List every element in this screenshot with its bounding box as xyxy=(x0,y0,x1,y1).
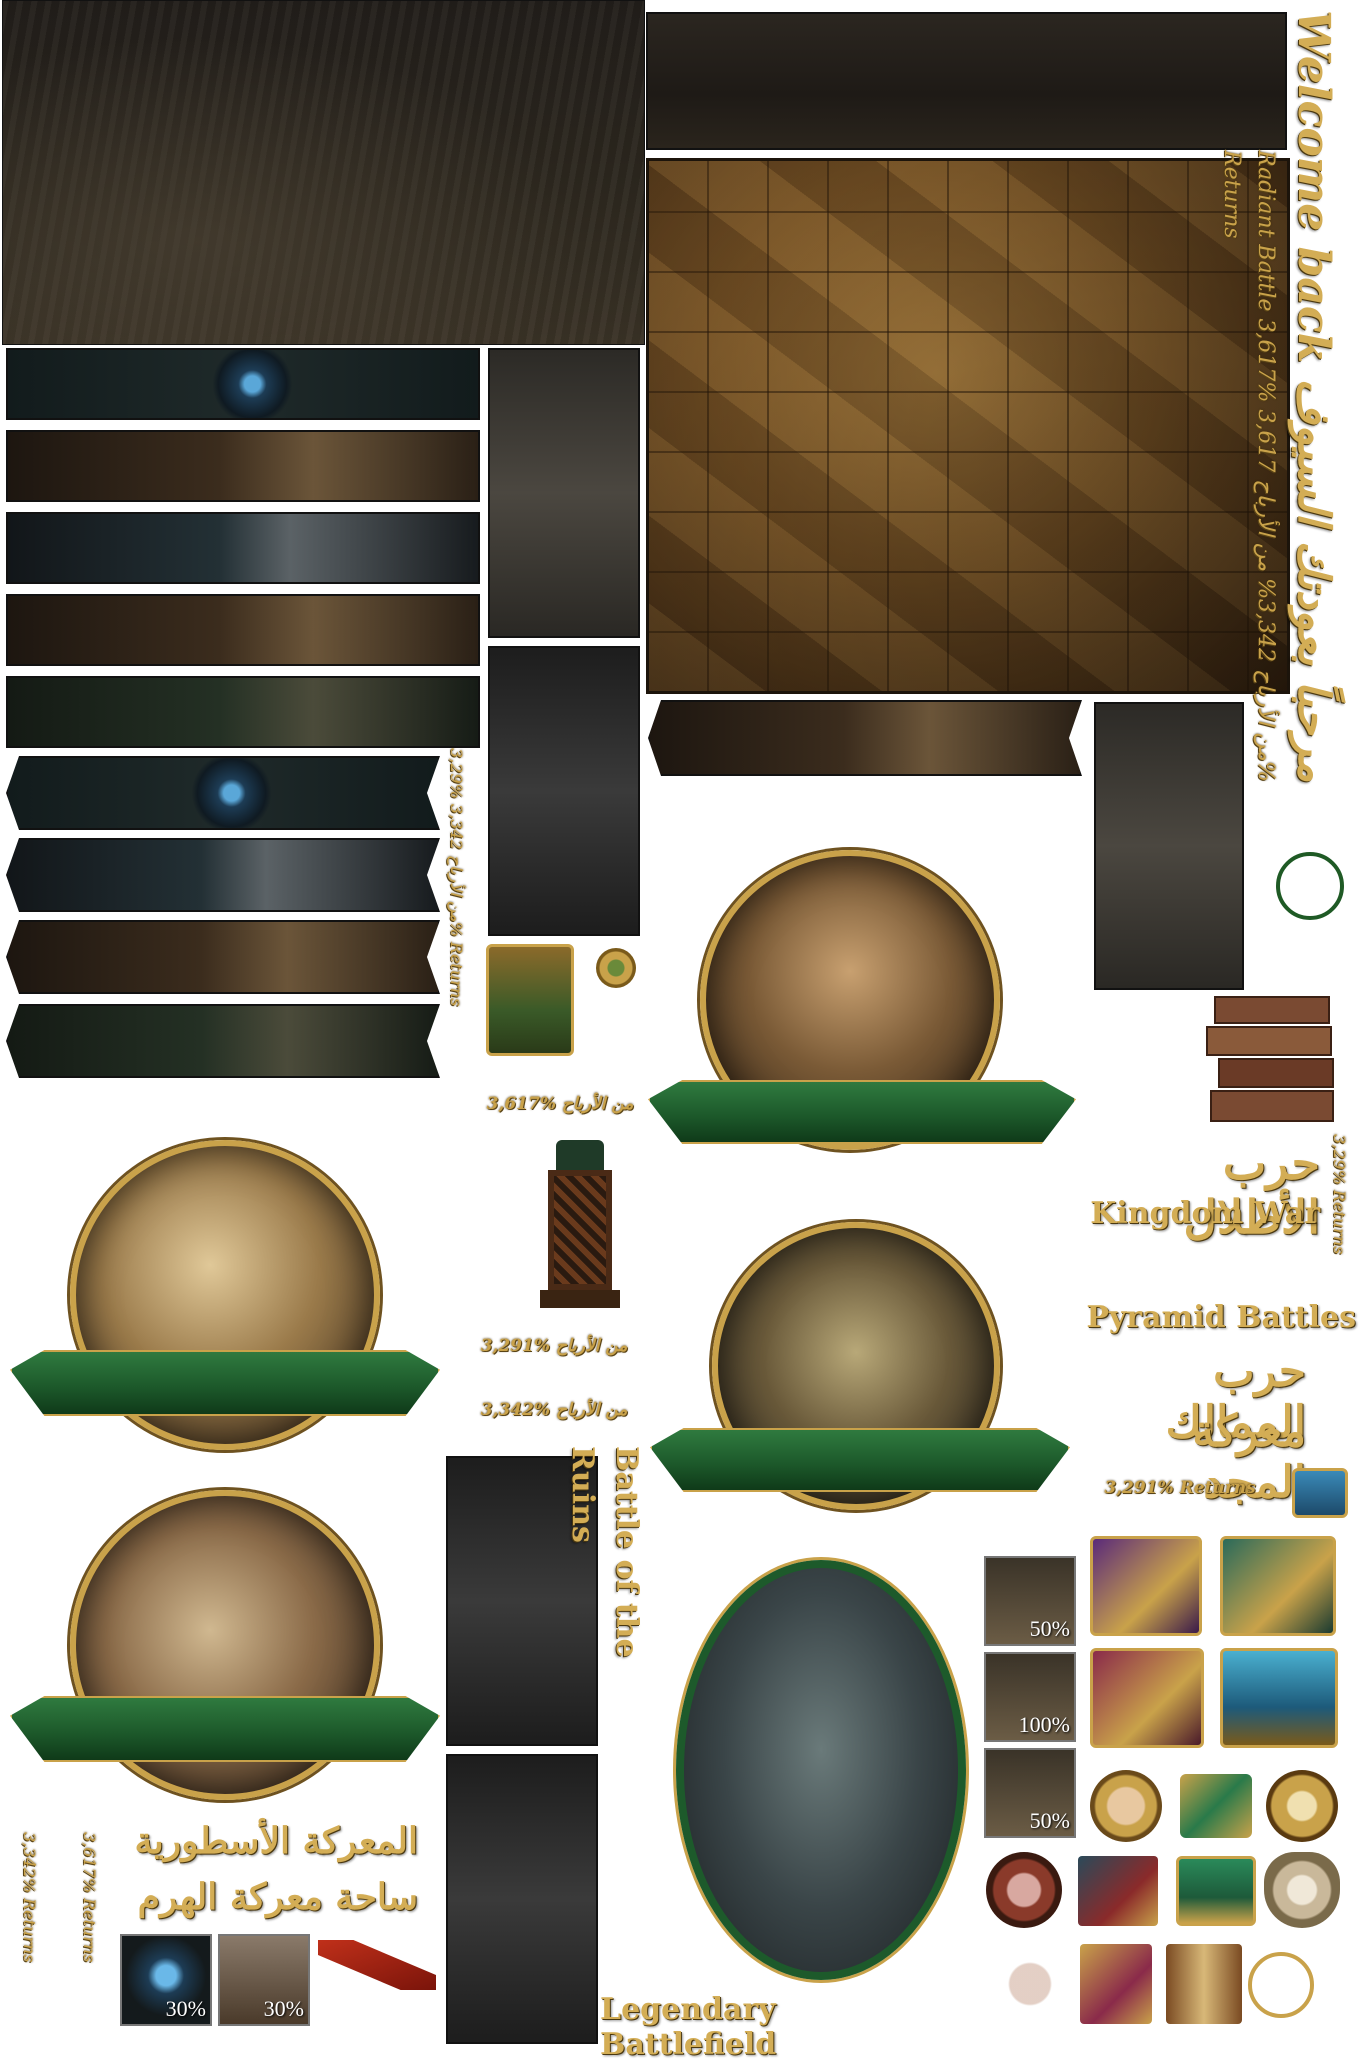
thumb-c-percent: 50% xyxy=(1029,1808,1070,1833)
welcome-title: Welcome back مرحباً بعودتك السيوف xyxy=(1288,10,1339,783)
reward-thumb-a[interactable]: 50% xyxy=(984,1556,1076,1646)
handshake-emblem-icon[interactable] xyxy=(1090,1770,1162,1842)
red-ribbon-decoration xyxy=(318,1940,436,1990)
teal-chest-icon[interactable] xyxy=(1220,1536,1336,1636)
blue-treasure-chest-icon[interactable] xyxy=(1220,1648,1338,1748)
gold-ring-icon[interactable] xyxy=(1248,1952,1314,2018)
green-chest-icon[interactable] xyxy=(1176,1856,1256,1926)
war-shadows-title: حرب الأطلال xyxy=(1183,1136,1321,1244)
ribbon-sword-warrior xyxy=(10,1696,440,1762)
books-icon xyxy=(1206,996,1338,1126)
pointed-banner-dome[interactable] xyxy=(6,838,440,912)
pointed-banner-warriors[interactable] xyxy=(648,700,1082,776)
pyramid-battles-title: Pyramid Battles xyxy=(1086,1300,1356,1335)
thumb-fortress-percent: 30% xyxy=(263,1996,304,2021)
battle-crowd-panel xyxy=(2,0,645,345)
ribbon-plumed-warrior xyxy=(648,1080,1076,1144)
thumb-b-percent: 100% xyxy=(1018,1712,1070,1737)
ribbon-dueling-warriors xyxy=(650,1428,1070,1492)
reward-thumb-fortress[interactable]: 30% xyxy=(218,1934,310,2026)
banner-warriors[interactable] xyxy=(6,430,480,502)
open-book-icon[interactable] xyxy=(1166,1944,1242,2024)
battle-of-ruins-title: Battle of the Ruins xyxy=(565,1446,644,1658)
gold-emblem-icon[interactable] xyxy=(1266,1770,1338,1842)
returns-3617-vertical: 3,617% Returns xyxy=(80,1832,99,1963)
legendary-battlefield-title: Legendary Battlefield xyxy=(600,1992,777,2062)
returns-left-text: 3,29% من الأرباح 3,342% Returns xyxy=(447,748,466,1007)
profit-3617-text: 3,617% من الأرباح xyxy=(486,1094,634,1114)
kingdom-war-title: Kingdom War xyxy=(1090,1196,1320,1231)
banner-soldiers[interactable] xyxy=(6,676,480,748)
returns-329-vertical: 3,29% Returns xyxy=(1330,1134,1349,1255)
kingdoms-war-title: حرب الممالك xyxy=(1165,1346,1306,1448)
returns-3342-vertical: 3,342% Returns xyxy=(20,1832,39,1963)
reward-thumb-orb[interactable]: 30% xyxy=(120,1934,212,2026)
glory-battle-title: معركة المجد xyxy=(1192,1406,1306,1508)
header-bar-panel xyxy=(646,12,1287,150)
profit-3342-text: 3,342% من الأرباح xyxy=(480,1400,628,1420)
vertical-panel-army[interactable] xyxy=(446,1754,598,2044)
vertical-panel-warriors[interactable] xyxy=(488,348,640,638)
crossed-axes-icon[interactable] xyxy=(986,1852,1062,1928)
profit-3291-text: 3,291% من الأرباح xyxy=(480,1336,628,1356)
reward-thumb-b[interactable]: 100% xyxy=(984,1652,1076,1742)
thumb-orb-percent: 30% xyxy=(165,1996,206,2021)
pointed-banner-soldiers[interactable] xyxy=(6,1004,440,1078)
scroll-chest-icon[interactable] xyxy=(1080,1944,1152,2024)
pointed-banner-orb[interactable] xyxy=(6,756,440,830)
loot-bag-icon[interactable] xyxy=(1264,1852,1340,1928)
treasure-chest-icon[interactable] xyxy=(486,944,574,1056)
returns-3291-text: 3,291% Returns xyxy=(1104,1478,1256,1498)
mosaic-background-panel xyxy=(646,158,1290,694)
ticket-icon[interactable] xyxy=(1180,1774,1252,1838)
thumb-a-percent: 50% xyxy=(1029,1616,1070,1641)
weapon-rack-icon[interactable] xyxy=(1078,1856,1158,1926)
banner-dome[interactable] xyxy=(6,512,480,584)
ribbon-saber-warrior xyxy=(10,1350,440,1416)
radiant-battle-text: Radiant Battle 3,617% من الأرباح 3,342% … xyxy=(1219,150,1278,782)
blue-chest-icon[interactable] xyxy=(1292,1468,1348,1518)
skeleton-icon xyxy=(990,1944,1070,2024)
pointed-banner-cavalry[interactable] xyxy=(6,920,440,994)
ring-icon[interactable] xyxy=(1276,852,1344,920)
purple-chest-icon[interactable] xyxy=(1090,1536,1202,1636)
banner-orb[interactable] xyxy=(6,348,480,420)
open-gem-chest-icon[interactable] xyxy=(1090,1648,1204,1748)
banner-cavalry[interactable] xyxy=(6,594,480,666)
monster-oval-portrait[interactable] xyxy=(676,1560,966,1980)
reward-thumb-c[interactable]: 50% xyxy=(984,1748,1076,1838)
legendary-battle-title: المعركة الأسطورية xyxy=(134,1820,418,1862)
vertical-panel-cavalry[interactable] xyxy=(1094,702,1244,990)
vertical-panel-city[interactable] xyxy=(488,646,640,936)
gear-icon[interactable] xyxy=(596,948,636,988)
lantern-icon xyxy=(530,1140,630,1310)
pyramid-arena-title: ساحة معركة الهرم xyxy=(137,1876,418,1918)
